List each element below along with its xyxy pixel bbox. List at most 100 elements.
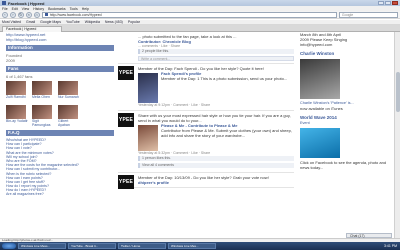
menu-help[interactable]: Help [82,7,89,11]
tab-bar: Facebook | Hypeed [0,25,400,32]
wall-post: YPEE Member of the Day: Fach Spendi - Do… [118,64,294,111]
fan-avatar [6,81,26,95]
ad-link[interactable]: Event [300,121,394,126]
taskbar-clock: 3:41 PM [383,244,397,248]
taskbar-item[interactable]: Windows Live Mes... [168,243,216,249]
fan-name: Bin-ay Yudatir [6,119,28,123]
ad-charlie-winston: Charlie Winston Charlie Winston's 'Patie… [300,51,394,111]
fan-item[interactable]: Melia Ohen [32,81,54,103]
fan-item[interactable]: Nur Sumarah [58,81,80,103]
information-heading: Information [6,45,114,51]
fan-name: Melia Ohen [32,95,50,99]
vertical-scrollbar[interactable] [394,32,400,238]
fan-avatar [58,105,78,119]
bookmark-youtube[interactable]: YouTube [66,20,80,24]
page-logo[interactable]: YPEE [118,113,134,127]
fan-avatar [32,81,52,95]
fan-avatar [58,81,78,95]
windows-taskbar: Windows Live Mess... YouTube - Break it.… [0,242,400,250]
start-button[interactable] [2,243,16,249]
fans-grid: Zulfi Ramdhi Melia Ohen Nur Sumarah Bin-… [6,81,114,127]
fans-box: Fans 6 of 1,467 fans Zulfi Ramdhi Melia … [6,66,114,127]
ad-heading[interactable]: Charlie Winston [300,51,394,57]
faq-heading: F.A.Q [6,130,114,136]
page-content: http://www.hypeed.net http://blog.hypeed… [0,32,400,238]
founded-value: 2009 [6,58,15,63]
information-box: Information Founded 2009 [6,45,114,63]
wall-post: ... photo submitted to the fan page, tak… [118,32,294,64]
ad-image[interactable] [300,128,340,158]
fan-name: Sigit Pamungkas [32,119,51,127]
faq-link[interactable]: Are all magazines free? [6,192,114,196]
menu-view[interactable]: View [22,7,30,11]
maximize-button[interactable] [385,1,391,5]
attachment-text: Contributor from Please & Me. Submit you… [161,128,292,138]
like-summary[interactable]: 1 person likes this. [138,156,294,161]
stop-icon[interactable]: × [25,11,32,18]
address-bar[interactable]: http://www.facebook.com/Hypeed [41,11,337,18]
site-favicon-icon [44,13,48,16]
wall-post: YPEE Member of the Day: 10/13/09 - Do yo… [118,173,294,189]
close-button[interactable] [392,1,398,5]
reload-icon[interactable]: ↻ [17,11,24,18]
window-title: Facebook | Hypeed [8,0,45,6]
wall-post: YPEE Share with us your most expressed h… [118,111,294,173]
post-text: Share with us your most expressed hair s… [138,113,291,123]
faq-box: F.A.Q Who/what are HYPEED? How can I par… [6,130,114,197]
view-comments-link[interactable]: View all 4 comments [138,163,294,168]
fan-item[interactable]: Sigit Pamungkas [32,105,54,127]
browser-logo-icon [2,1,6,5]
ad-text: Click on Facebook to see the agenda, pho… [300,160,387,170]
page-logo[interactable]: YPEE [118,175,134,189]
fan-item[interactable]: Gilbert Ayaban [58,105,80,127]
post-photo[interactable] [138,125,158,151]
fan-item[interactable]: Zulfi Ramdhi [6,81,28,103]
home-icon[interactable]: ⌂ [33,11,40,18]
fan-avatar [6,105,26,119]
fan-avatar [32,105,52,119]
fan-name: Gilbert Ayaban [58,119,70,127]
bookmark-popular[interactable]: Popular [128,20,140,24]
menu-tools[interactable]: Tools [70,7,78,11]
wall-feed: ... photo submitted to the fan page, tak… [118,32,294,238]
menu-history[interactable]: History [33,7,44,11]
back-arrow-icon[interactable]: ‹ [2,11,8,18]
ad-world-wave: World Wave 2014 Event Click on Facebook … [300,115,394,170]
bookmark-most-visited[interactable]: Most Visited [2,20,21,24]
menu-edit[interactable]: Edit [12,7,18,11]
attachment-title[interactable]: dhipeer's profile [138,180,294,185]
menu-bookmarks[interactable]: Bookmarks [48,7,66,11]
post-photo[interactable] [138,73,158,103]
left-sidebar: http://www.hypeed.net http://blog.hypeed… [6,32,114,238]
taskbar-item[interactable]: Twitter / Home [118,243,166,249]
forward-arrow-icon[interactable]: › [9,11,16,18]
ad-text: now available on iTunes [300,106,343,111]
right-sidebar: March 8th and 8th April 2009 Please Keep… [300,32,394,238]
fans-count[interactable]: 6 of 1,467 fans [6,74,114,79]
fan-name: Nur Sumarah [58,95,79,99]
blog-link[interactable]: http://blog.hypeed.com [6,37,114,42]
taskbar-item[interactable]: Windows Live Mess... [18,243,66,249]
comment-input[interactable]: Write a comment... [138,56,294,61]
fan-item[interactable]: Bin-ay Yudatir [6,105,28,127]
window-controls [378,1,398,5]
minimize-button[interactable] [378,1,384,5]
navigation-toolbar: ‹ › ↻ × ⌂ http://www.facebook.com/Hypeed… [0,11,400,19]
bookmark-gmail[interactable]: Gmail [26,20,35,24]
scrollbar-thumb[interactable] [396,72,400,112]
bookmark-google-maps[interactable]: Google Maps [40,20,61,24]
fans-heading: Fans [6,66,114,72]
search-input[interactable]: Google [338,11,398,18]
attachment-text: Member of the Day: 1 This is a photo sub… [161,76,288,81]
bookmark-wikipedia[interactable]: Wikipedia [85,20,100,24]
like-summary[interactable]: 2 people like this. [138,49,294,54]
ad-image[interactable] [300,59,340,99]
contact-email[interactable]: info@hypeed.com [300,42,394,47]
fan-name: Zulfi Ramdhi [6,95,26,99]
address-url: http://www.facebook.com/Hypeed [49,12,102,17]
menu-file[interactable]: File [2,7,8,11]
post-meta[interactable]: Yesterday at 9:12pm · Comment · Like · S… [138,103,294,108]
bookmark-news[interactable]: News (453) [105,20,123,24]
taskbar-item[interactable]: YouTube - Break it... [68,243,116,249]
page-logo[interactable]: YPEE [118,66,134,80]
